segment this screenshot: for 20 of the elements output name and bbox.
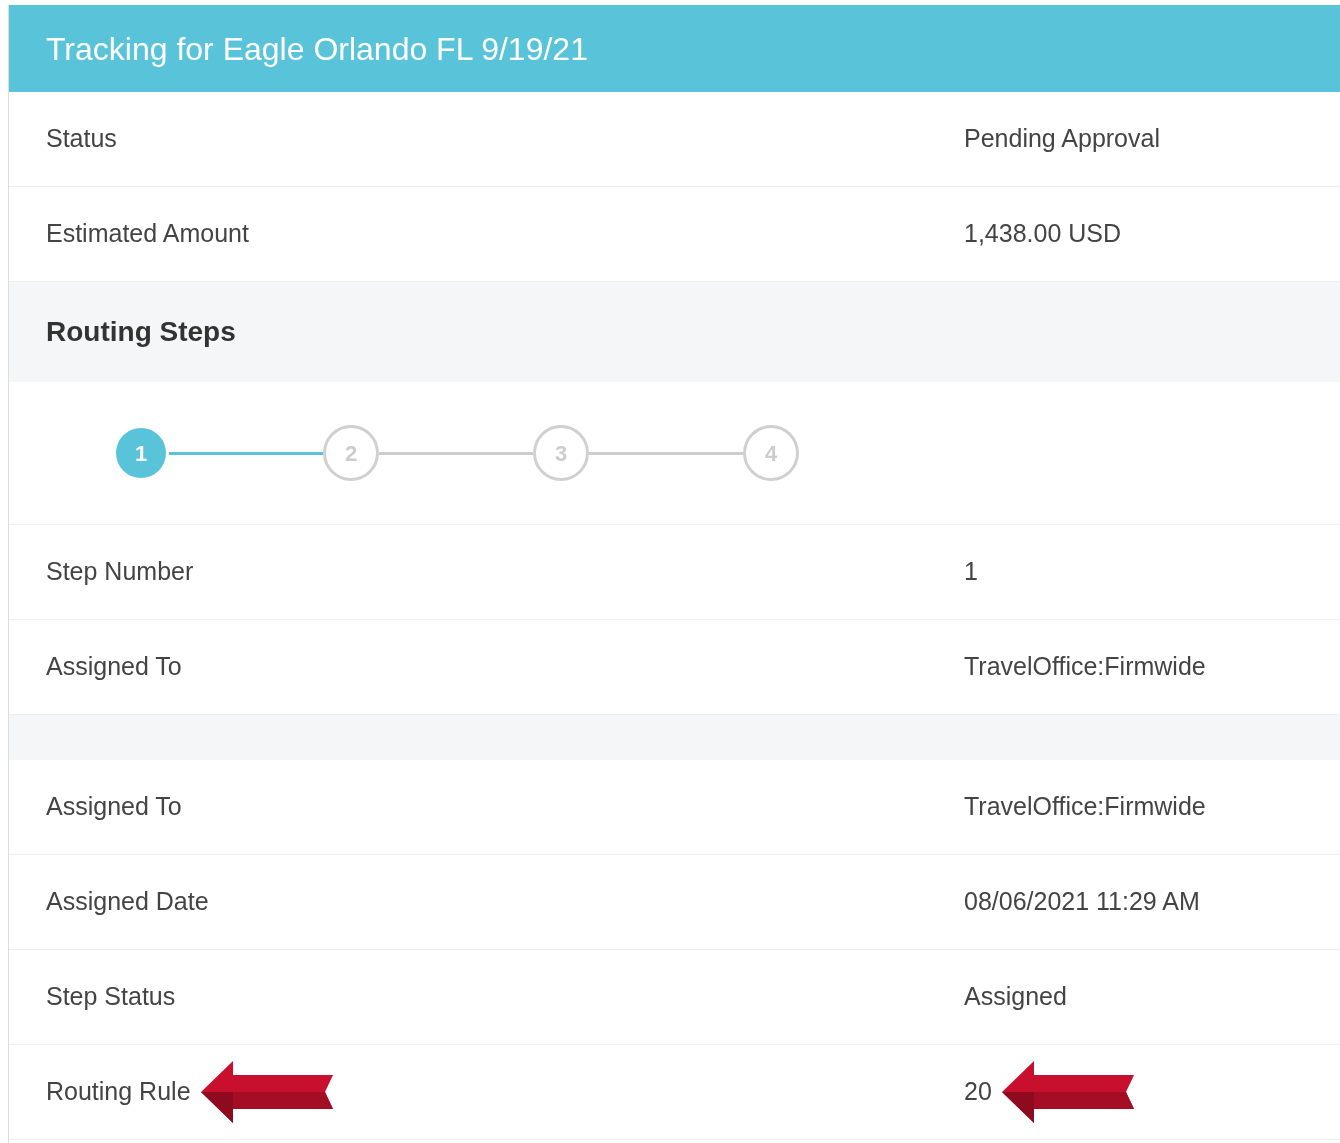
field-label: Status: [46, 123, 117, 155]
field-label: Assigned Date: [46, 886, 209, 918]
field-label: Estimated Amount: [46, 218, 249, 250]
field-value: TravelOffice:Firmwide: [964, 651, 1206, 683]
page-title: Tracking for Eagle Orlando FL 9/19/21: [46, 29, 588, 69]
field-label: Assigned To: [46, 791, 182, 823]
field-value: 1: [964, 556, 978, 588]
field-value: Pending Approval: [964, 123, 1160, 155]
field-value: 08/06/2021 11:29 AM: [964, 886, 1200, 918]
field-value: TravelOffice:Firmwide: [964, 791, 1206, 823]
field-value: 1,438.00 USD: [964, 218, 1122, 250]
field-label: Step Number: [46, 556, 194, 588]
field-value: Assigned: [964, 981, 1067, 1013]
field-label: Step Status: [46, 981, 176, 1013]
field-value: 20: [964, 1076, 992, 1108]
section-title: Routing Steps: [46, 315, 236, 349]
arrow-icon: [200, 1061, 333, 1123]
field-label: Routing Rule: [46, 1076, 191, 1108]
arrow-icon: [1001, 1061, 1134, 1123]
field-label: Assigned To: [46, 651, 182, 683]
